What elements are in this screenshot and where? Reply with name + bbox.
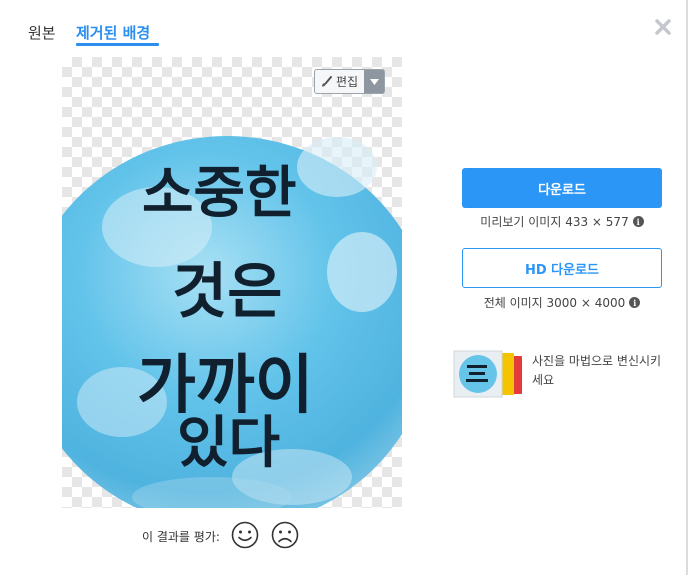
caret-down-icon xyxy=(369,78,379,85)
close-button[interactable] xyxy=(652,16,674,38)
active-tab-indicator xyxy=(76,43,159,46)
result-image-preview: 소중한 것은 가까이 있다 xyxy=(62,57,402,508)
tab-removed-background[interactable]: 제거된 배경 xyxy=(76,22,150,43)
edit-button-main[interactable]: 편집 xyxy=(315,70,364,93)
tab-original[interactable]: 원본 xyxy=(28,22,56,43)
edit-button-label: 편집 xyxy=(336,75,359,89)
frown-icon xyxy=(271,521,299,549)
rate-good-button[interactable] xyxy=(230,520,260,553)
close-icon xyxy=(655,19,671,35)
stone-text-line-1: 소중한 xyxy=(142,161,297,226)
rating-label: 이 결과를 평가: xyxy=(142,530,220,544)
edit-dropdown-toggle[interactable] xyxy=(364,70,385,93)
preview-image-size: 미리보기 이미지 433 × 577 xyxy=(480,215,629,229)
promo-text: 사진을 마법으로 변신시키세요 xyxy=(532,354,662,387)
result-rating: 이 결과를 평가: xyxy=(142,520,300,553)
promo-image-stack xyxy=(453,350,522,398)
promo-thumbnails xyxy=(452,350,528,398)
rate-bad-button[interactable] xyxy=(270,520,300,553)
stone-text-line-2: 것은 xyxy=(172,257,282,327)
smile-icon xyxy=(231,521,259,549)
full-image-size: 전체 이미지 3000 × 4000 xyxy=(483,296,626,310)
download-button[interactable]: 다운로드 xyxy=(462,168,662,208)
magic-transform-promo[interactable]: 사진을 마법으로 변신시키세요 xyxy=(452,350,672,398)
edit-button[interactable]: 편집 xyxy=(314,69,386,94)
brush-icon xyxy=(322,76,332,87)
stone-image: 소중한 것은 가까이 있다 xyxy=(62,136,402,508)
full-image-info: 전체 이미지 3000 × 4000 i xyxy=(462,294,662,311)
hd-download-button[interactable]: HD 다운로드 xyxy=(462,248,662,288)
info-icon[interactable]: i xyxy=(632,216,644,227)
preview-image-info: 미리보기 이미지 433 × 577 i xyxy=(462,213,662,230)
info-icon[interactable]: i xyxy=(629,297,641,308)
stone-text-line-4: 있다 xyxy=(177,411,280,476)
remove-bg-result-modal: 원본 제거된 배경 소중한 것은 가까이 있다 편집 이 결과를 평가: 다운로… xyxy=(0,0,688,575)
